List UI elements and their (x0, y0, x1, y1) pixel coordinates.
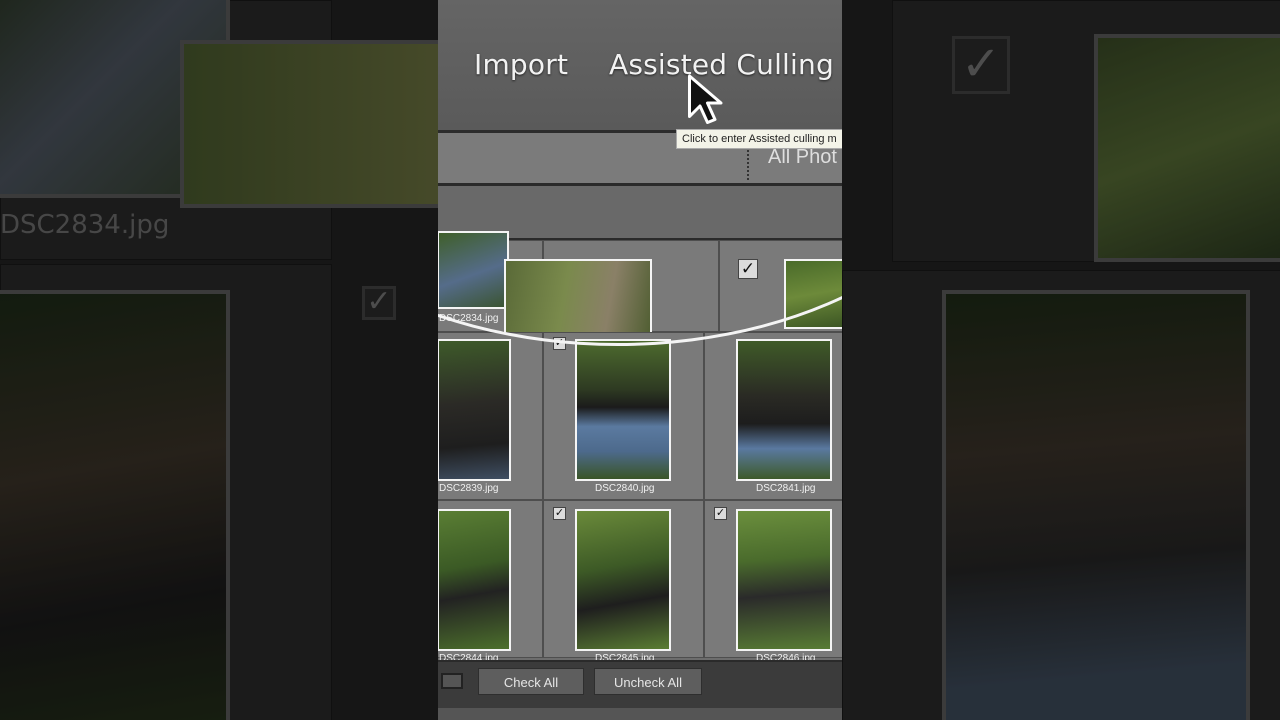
photo-thumbnail[interactable] (736, 509, 832, 651)
grid-cell[interactable]: ✓ DSC2840.jpg (543, 332, 704, 500)
file-name: DSC2840.jpg (595, 483, 655, 494)
grid-cell[interactable]: ✓ DSC2845.jpg (543, 500, 704, 664)
photo-thumbnail[interactable] (438, 339, 511, 481)
bg-dim-overlay (0, 0, 438, 720)
background-zoom-left: DSC2834.jpg ✓ (0, 0, 438, 720)
photo-thumbnail[interactable] (438, 231, 509, 309)
tooltip: Click to enter Assisted culling m (676, 129, 842, 149)
divider (747, 150, 749, 180)
file-name: DSC2834.jpg (439, 313, 499, 324)
uncheck-all-button[interactable]: Uncheck All (594, 668, 702, 695)
bottom-edge (438, 708, 842, 720)
collection-filter[interactable]: All Phot (768, 146, 837, 169)
grid-cell[interactable]: ✓ DSC2846.jpg (704, 500, 842, 664)
photo-thumbnail[interactable] (784, 259, 842, 329)
grid-cell[interactable]: DSC2839.jpg (438, 332, 543, 500)
grid-view-toggle-icon[interactable] (441, 673, 463, 689)
pick-checkbox[interactable]: ✓ (714, 507, 727, 520)
background-zoom-right: ✓ (842, 0, 1280, 720)
pick-checkbox[interactable]: ✓ (553, 507, 566, 520)
check-all-button[interactable]: Check All (478, 668, 584, 695)
menu-import[interactable]: Import (474, 48, 568, 81)
photo-thumbnail[interactable] (438, 509, 511, 651)
file-name: DSC2839.jpg (439, 483, 499, 494)
grid-cell[interactable]: ✓ (719, 240, 842, 332)
app-panel: Import Assisted Culling All Phot DSC2834… (438, 0, 842, 720)
photo-thumbnail[interactable] (575, 509, 671, 651)
photo-thumbnail[interactable] (575, 339, 671, 481)
grid-cell[interactable] (504, 240, 719, 349)
pick-checkbox[interactable]: ✓ (553, 337, 566, 350)
photo-grid: DSC2834.jpg ✓ DSC2839.jpg ✓ DSC2840.jpg … (438, 231, 842, 664)
grid-cell[interactable]: DSC2841.jpg (704, 332, 842, 500)
pick-checkbox[interactable]: ✓ (738, 259, 758, 279)
bg-dim-overlay (842, 0, 1280, 720)
photo-thumbnail[interactable] (736, 339, 832, 481)
mouse-cursor-icon (688, 74, 723, 124)
grid-cell[interactable]: DSC2844.jpg (438, 500, 543, 664)
file-name: DSC2841.jpg (756, 483, 816, 494)
